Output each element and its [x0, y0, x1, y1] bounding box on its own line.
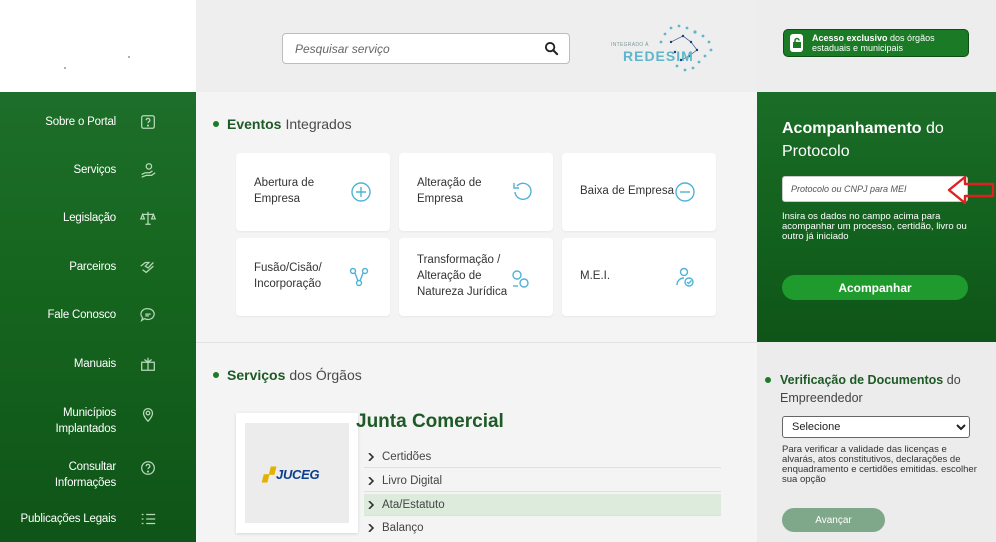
- service-link-balanco[interactable]: Balanço: [364, 517, 721, 539]
- sidebar-item-manuais[interactable]: Manuais: [0, 354, 196, 374]
- sidebar-item-consultar-informacoes[interactable]: Consultar Informações: [0, 458, 196, 492]
- eventos-title: Eventos Integrados: [213, 116, 352, 132]
- documento-select[interactable]: Selecione: [782, 416, 970, 438]
- sidebar-item-label: Legislação: [63, 212, 116, 224]
- user-check-icon: [674, 266, 696, 288]
- protocolo-title: Acompanhamento do Protocolo: [782, 120, 944, 160]
- event-card-label: Baixa de Empresa: [580, 185, 674, 197]
- service-link-label: Certidões: [382, 450, 432, 463]
- transform-icon: [509, 268, 531, 290]
- scales-icon: [138, 208, 158, 228]
- chevron-right-icon: [368, 476, 374, 485]
- event-card-label: M.E.I.: [580, 270, 611, 282]
- service-link-label: Balanço: [382, 522, 424, 534]
- chat-icon: [138, 305, 158, 325]
- event-card-label: Alteração de Empresa: [417, 177, 482, 205]
- sidebar-item-label: Sobre o Portal: [45, 116, 116, 128]
- sidebar-item-legislacao[interactable]: Legislação: [0, 208, 196, 228]
- redesim-text: REDESIM: [623, 48, 694, 64]
- service-link-label: Livro Digital: [382, 474, 443, 487]
- event-card-baixa[interactable]: Baixa de Empresa: [562, 153, 716, 231]
- org-title: Junta Comercial: [356, 411, 504, 432]
- servicos-section: Serviços dos Órgãos ▞ JUCEG Junta Comerc…: [196, 342, 757, 542]
- juceg-logo: ▞ JUCEG: [263, 467, 320, 482]
- refresh-icon: [511, 180, 533, 202]
- juceg-logo-frame: ▞ JUCEG: [245, 423, 349, 523]
- sidebar-item-servicos[interactable]: Serviços: [0, 160, 196, 180]
- service-link-certidoes[interactable]: Certidões: [364, 446, 721, 468]
- protocolo-panel: Acompanhamento do Protocolo Insira os da…: [757, 92, 996, 342]
- question-circle-icon: [138, 458, 158, 478]
- lock-icon: [790, 34, 803, 52]
- minus-circle-icon: [674, 181, 696, 203]
- sidebar-item-publicacoes-legais[interactable]: Publicações Legais: [0, 509, 196, 529]
- juceg-logo-card[interactable]: ▞ JUCEG: [236, 413, 358, 533]
- chevron-right-icon: [368, 524, 374, 532]
- exclusive-access-button[interactable]: Acesso exclusivo dos órgãos estaduais e …: [783, 29, 969, 57]
- search-box: [282, 33, 570, 64]
- plus-circle-icon: [350, 181, 372, 203]
- event-card-abertura[interactable]: Abertura de Empresa: [236, 153, 390, 231]
- event-card-transformacao[interactable]: Transformação / Alteração de Natureza Ju…: [399, 238, 553, 316]
- sidebar-item-label: Manuais: [73, 358, 116, 370]
- help-square-icon: [138, 112, 158, 132]
- eventos-section: Eventos Integrados Abertura de Empresa A…: [196, 92, 757, 342]
- redesim-logo: INTEGRADO À REDESIM: [611, 22, 721, 78]
- protocolo-input[interactable]: [782, 176, 968, 202]
- avancar-button[interactable]: Avançar: [782, 508, 885, 532]
- sidebar-item-label: Municípios Implantados: [55, 407, 117, 435]
- sidebar-item-label: Fale Conosco: [47, 309, 116, 321]
- chevron-right-icon: [368, 452, 374, 461]
- event-card-label: Transformação / Alteração de Natureza Ju…: [417, 254, 508, 298]
- bullet-icon: [213, 121, 219, 127]
- sidebar-item-label: Consultar Informações: [54, 461, 116, 489]
- sidebar-item-label: Publicações Legais: [20, 513, 117, 525]
- book-icon: [138, 354, 158, 374]
- sidebar-item-parceiros[interactable]: Parceiros: [0, 257, 196, 277]
- sidebar-item-label: Parceiros: [69, 261, 116, 273]
- sidebar-item-municipios-implantados[interactable]: Municípios Implantados: [0, 404, 196, 438]
- verificacao-help-text: Para verificar a validade das licenças e…: [782, 444, 977, 485]
- user-hand-icon: [138, 160, 158, 180]
- verificacao-panel: Verificação de Documentos do Empreendedo…: [757, 342, 996, 542]
- decor-dot: [64, 67, 66, 69]
- arrow-left-icon: [947, 175, 995, 205]
- list-icon: [138, 509, 158, 529]
- bullet-icon: [765, 377, 771, 383]
- handshake-icon: [138, 257, 158, 277]
- acompanhar-button[interactable]: Acompanhar: [782, 275, 968, 300]
- header: INTEGRADO À REDESIM: [196, 0, 757, 92]
- sidebar-item-fale-conosco[interactable]: Fale Conosco: [0, 305, 196, 325]
- event-card-fusao[interactable]: Fusão/Cisão/ Incorporação: [236, 238, 390, 316]
- service-link-label: Ata/Estatuto: [382, 498, 445, 511]
- service-link-ata-estatuto[interactable]: Ata/Estatuto: [364, 494, 721, 516]
- right-header: Acesso exclusivo dos órgãos estaduais e …: [757, 0, 996, 92]
- network-icon: [348, 266, 370, 288]
- servicos-title: Serviços dos Órgãos: [213, 367, 362, 383]
- verificacao-title: Verificação de Documentos do Empreendedo…: [765, 371, 985, 407]
- decor-dot: [128, 56, 130, 58]
- event-card-label: Fusão/Cisão/ Incorporação: [254, 262, 322, 290]
- service-link-livro-digital[interactable]: Livro Digital: [364, 470, 721, 492]
- map-pin-icon: [138, 404, 158, 424]
- logo-area: [0, 0, 196, 92]
- exclusive-access-text: Acesso exclusivo dos órgãos estaduais e …: [812, 33, 935, 53]
- chevron-right-icon: [368, 500, 374, 509]
- bullet-icon: [213, 372, 219, 378]
- search-input[interactable]: [283, 34, 533, 63]
- search-icon[interactable]: [544, 41, 559, 56]
- event-card-mei[interactable]: M.E.I.: [562, 238, 716, 316]
- sidebar: Sobre o Portal Serviços Legislação Parce…: [0, 92, 196, 542]
- event-card-alteracao[interactable]: Alteração de Empresa: [399, 153, 553, 231]
- sidebar-item-sobre-o-portal[interactable]: Sobre o Portal: [0, 112, 196, 132]
- protocolo-help-text: Insira os dados no campo acima para acom…: [782, 211, 967, 242]
- sidebar-item-label: Serviços: [73, 164, 117, 176]
- event-card-label: Abertura de Empresa: [254, 177, 315, 205]
